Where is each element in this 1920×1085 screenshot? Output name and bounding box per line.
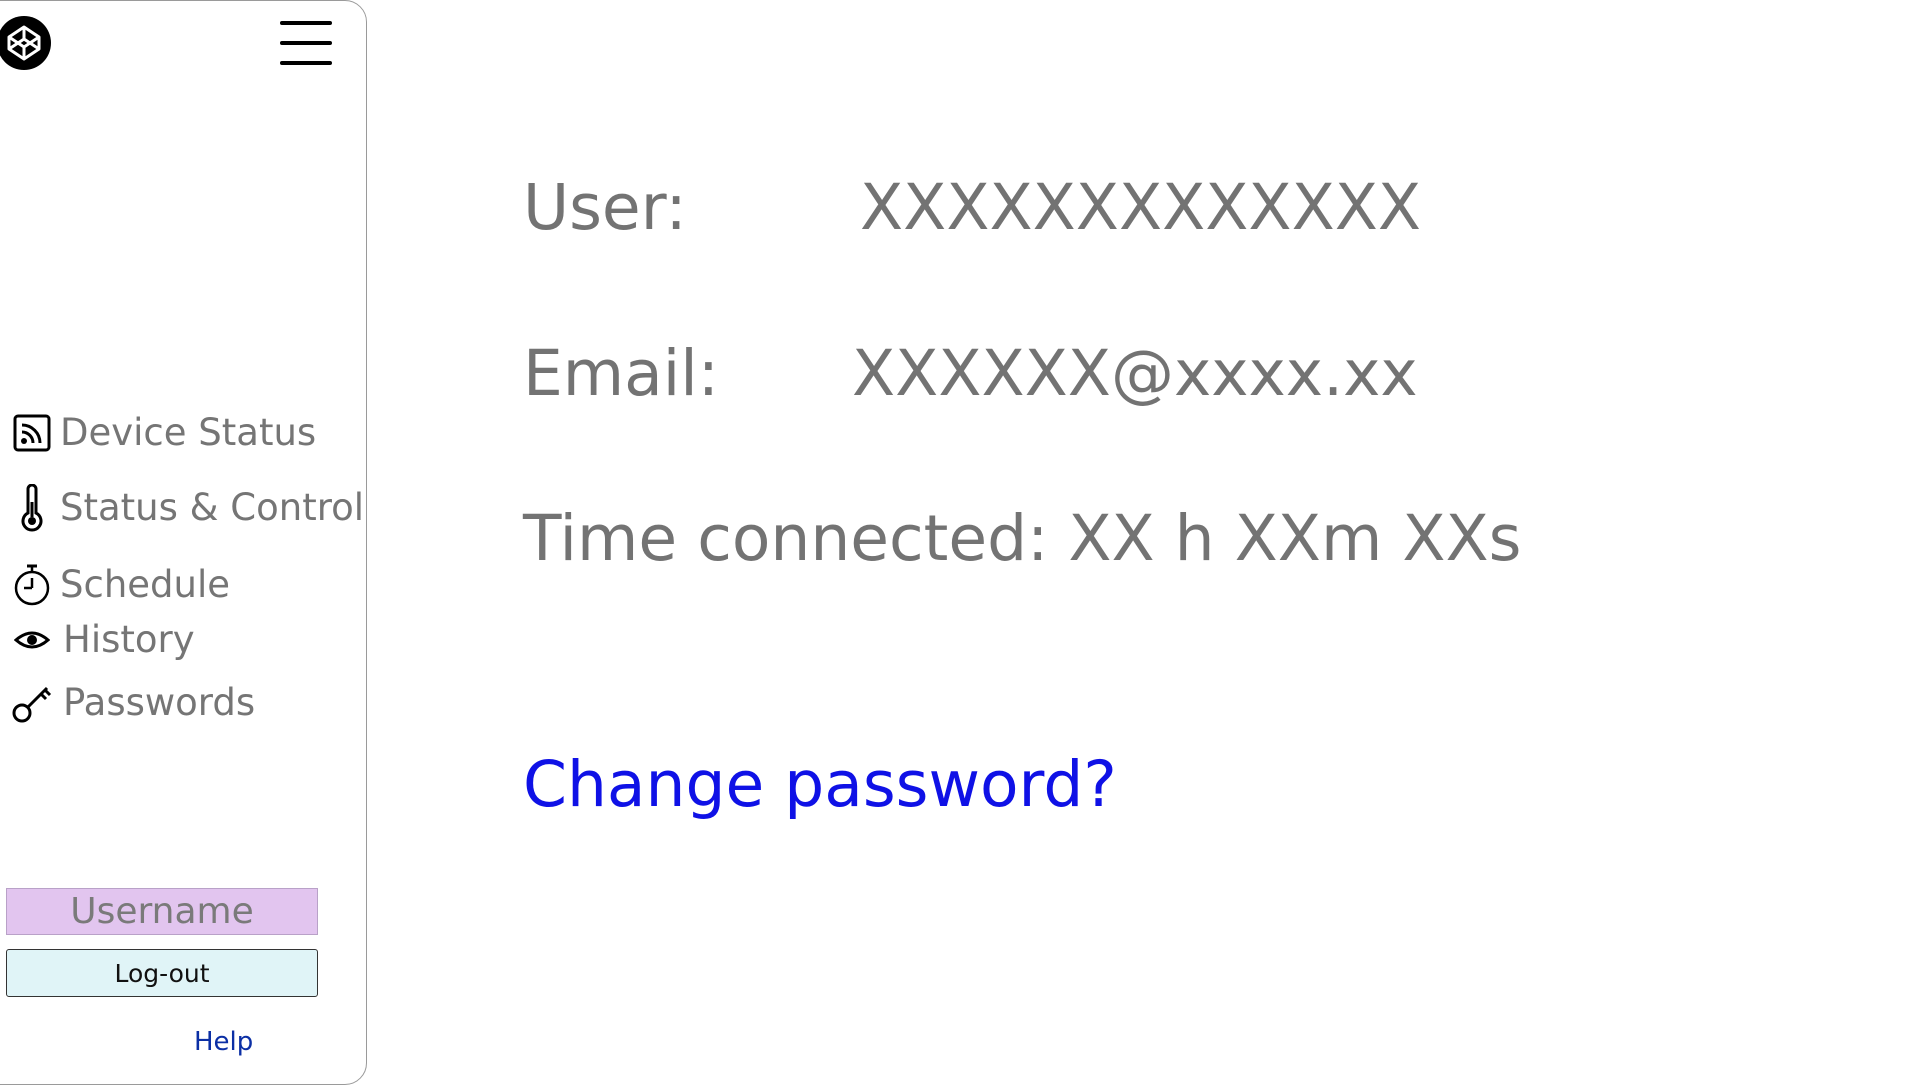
username-display: Username [6, 888, 318, 935]
thermometer-icon [11, 484, 53, 532]
app-logo-icon[interactable] [0, 16, 51, 70]
email-value: XXXXXX@xxxx.xx [852, 337, 1418, 410]
user-label: User: [523, 171, 687, 244]
sidebar-item-device-status[interactable]: Device Status [11, 409, 351, 457]
user-value: XXXXXXXXXXXXX [860, 171, 1422, 244]
change-password-link[interactable]: Change password? [523, 745, 1117, 825]
help-link[interactable]: Help [194, 1027, 253, 1057]
sidebar-item-label: History [63, 618, 195, 661]
sidebar-item-label: Schedule [60, 563, 231, 606]
sidebar-item-passwords[interactable]: Passwords [11, 679, 351, 727]
stopwatch-icon [11, 561, 53, 609]
email-label: Email: [523, 337, 720, 410]
sidebar-item-schedule[interactable]: Schedule [11, 561, 351, 609]
rss-icon [11, 409, 53, 457]
menu-icon[interactable] [280, 21, 332, 65]
sidebar-item-history[interactable]: History [11, 616, 351, 664]
logout-button[interactable]: Log-out [6, 949, 318, 997]
sidebar-item-label: Device Status [60, 411, 317, 454]
sidebar-item-status-control[interactable]: Status & Control [11, 484, 365, 532]
sidebar: Device Status Status & Control Schedule [0, 0, 367, 1085]
sidebar-item-label: Status & Control [60, 486, 365, 529]
key-icon [11, 679, 53, 727]
sidebar-item-label: Passwords [63, 681, 256, 724]
time-connected: Time connected: XX h XXm XXs [523, 502, 1522, 575]
eye-icon [11, 616, 53, 664]
